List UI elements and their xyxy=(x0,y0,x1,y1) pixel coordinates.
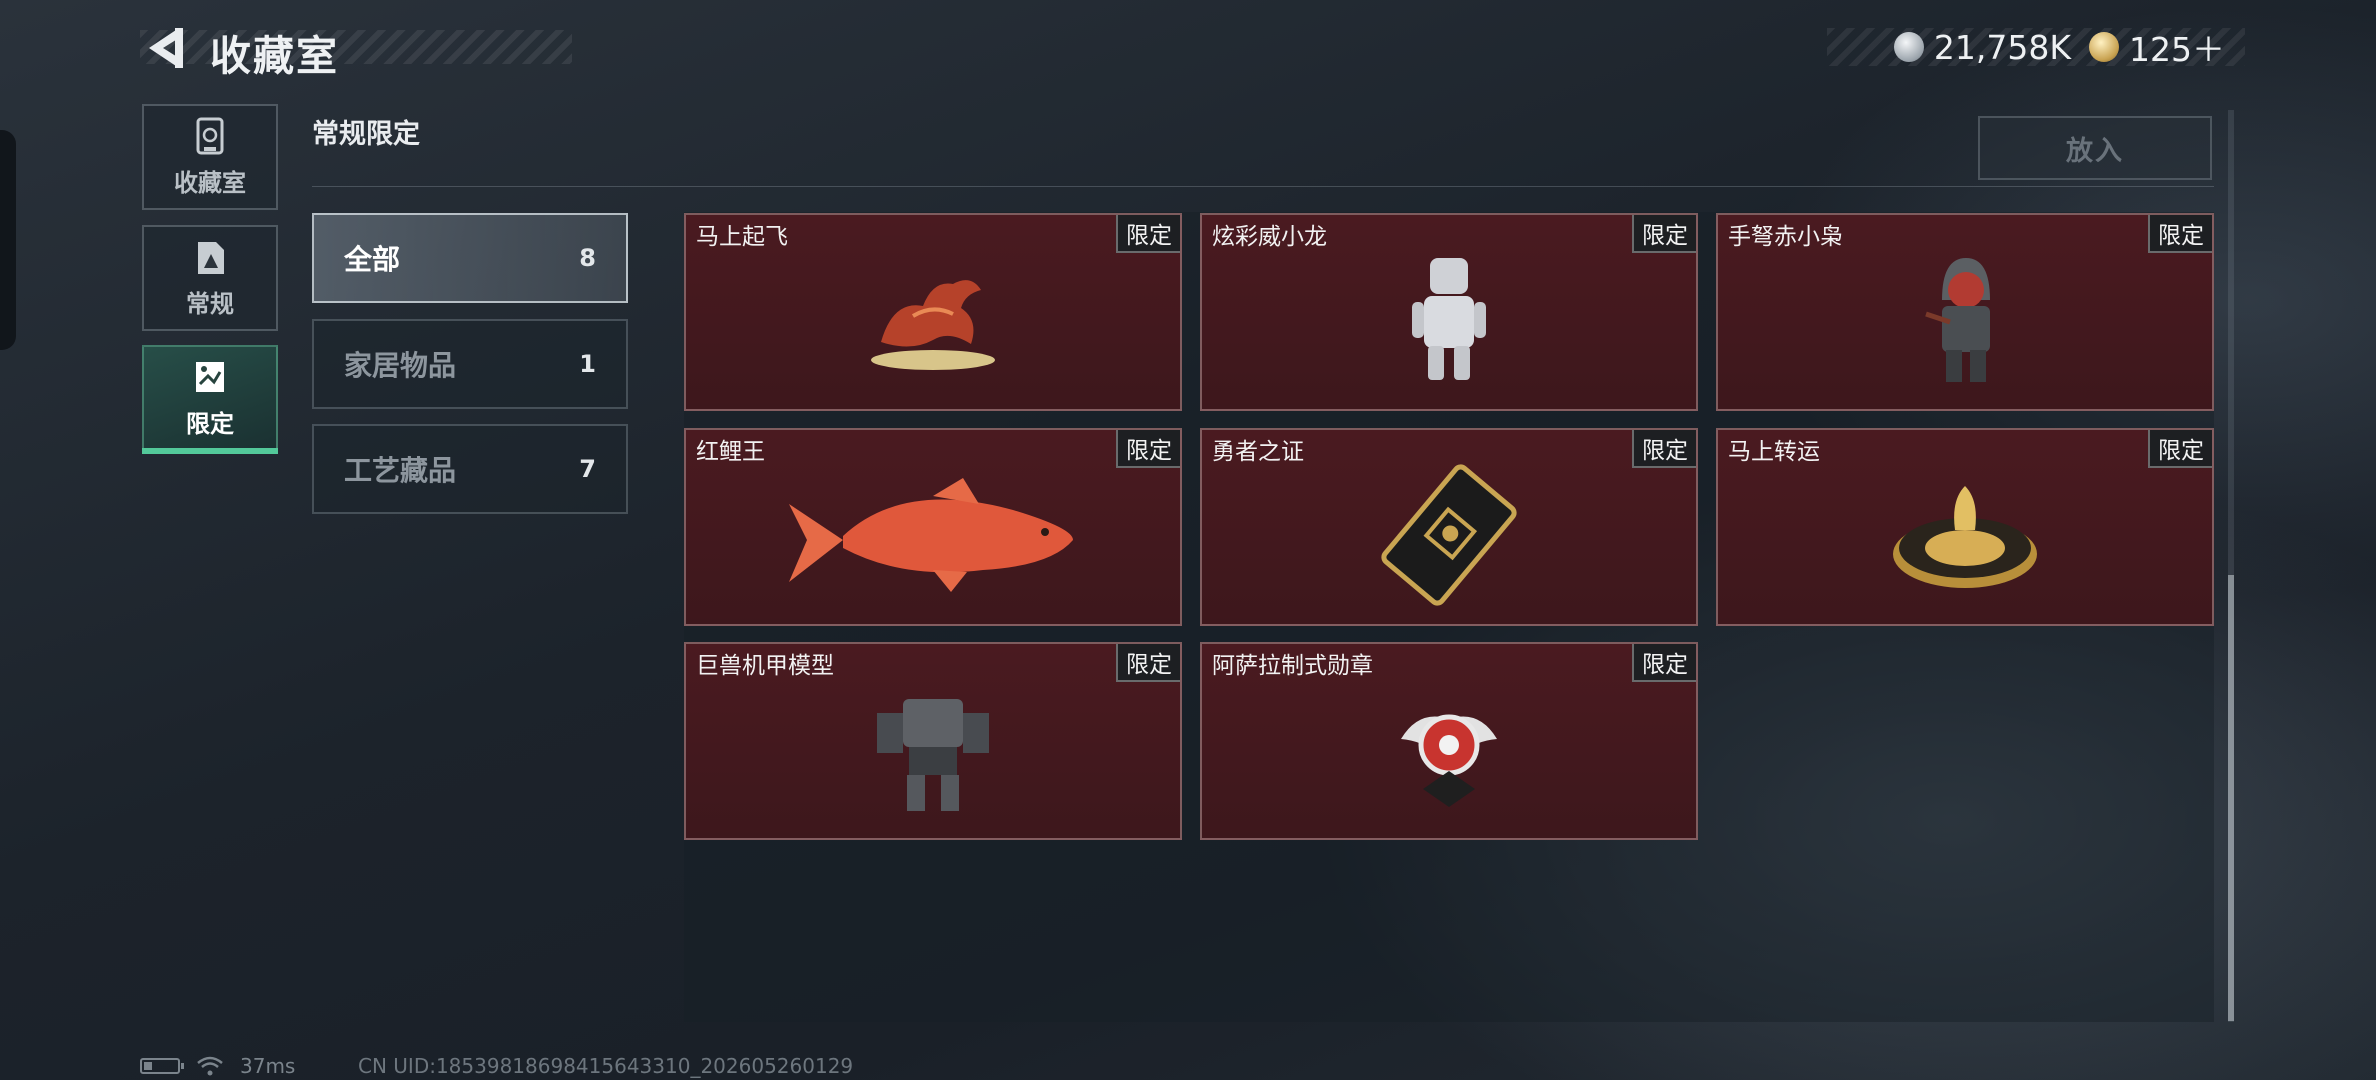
status-bar: 37ms xyxy=(140,1054,295,1078)
limited-picture-icon xyxy=(196,361,224,392)
item-name: 红鲤王 xyxy=(696,438,765,464)
battery-icon xyxy=(140,1058,184,1074)
collection-card[interactable]: 炫彩威小龙 限定 xyxy=(1200,213,1698,411)
filter-count: 8 xyxy=(579,244,596,272)
back-arrow-icon xyxy=(149,28,183,68)
filter-home-items[interactable]: 家居物品 1 xyxy=(312,319,628,409)
toy-figure-icon xyxy=(1412,257,1486,380)
section-title: 常规限定 xyxy=(312,119,420,150)
sidebar-item-limited[interactable]: 限定 xyxy=(142,345,278,451)
wifi-icon xyxy=(197,1056,223,1076)
item-name: 手弩赤小枭 xyxy=(1728,223,1843,249)
collection-card[interactable]: 红鲤王 限定 xyxy=(684,428,1182,626)
filter-label: 工艺藏品 xyxy=(344,454,457,487)
hooded-figure-icon xyxy=(1925,257,1990,382)
sidebar-item-label: 限定 xyxy=(186,409,234,438)
item-name: 炫彩威小龙 xyxy=(1212,223,1327,249)
currency-bar: 21,758K 125＋ xyxy=(1827,27,2245,69)
screen-notch xyxy=(0,130,16,350)
filter-craft-collectibles[interactable]: 工艺藏品 7 xyxy=(312,424,628,514)
filter-all[interactable]: 全部 8 xyxy=(312,213,628,303)
filter-count: 1 xyxy=(579,350,596,378)
header-decoration xyxy=(140,30,572,64)
active-indicator xyxy=(142,448,278,454)
document-icon xyxy=(198,241,224,274)
item-name: 阿萨拉制式勋章 xyxy=(1212,652,1373,678)
red-carp-icon xyxy=(789,477,1073,592)
collection-card[interactable]: 马上转运 限定 xyxy=(1716,428,2214,626)
collection-card[interactable]: 阿萨拉制式勋章 限定 xyxy=(1200,642,1698,840)
horse-statue-icon xyxy=(871,279,995,370)
item-name: 巨兽机甲模型 xyxy=(696,652,834,678)
item-name: 勇者之证 xyxy=(1212,438,1304,464)
item-name: 马上转运 xyxy=(1728,438,1820,464)
scrollbar-thumb[interactable] xyxy=(2228,575,2234,1021)
ping-text: 37ms xyxy=(240,1054,296,1078)
limited-tag: 限定 xyxy=(1116,644,1180,682)
collection-card[interactable]: 勇者之证 限定 xyxy=(1200,428,1698,626)
gold-coin-icon xyxy=(2089,32,2119,62)
collection-card[interactable]: 马上起飞 限定 xyxy=(684,213,1182,411)
limited-tag: 限定 xyxy=(1116,215,1180,253)
limited-tag: 限定 xyxy=(2148,215,2212,253)
card-emblem-icon xyxy=(1381,464,1517,606)
medal-icon xyxy=(1401,714,1497,807)
silver-amount: 21,758K xyxy=(1933,27,2071,67)
sidebar-item-regular[interactable]: 常规 xyxy=(142,225,278,331)
limited-tag: 限定 xyxy=(1632,644,1696,682)
gold-amount: 125＋ xyxy=(2129,30,2225,69)
divider xyxy=(312,186,2214,187)
limited-tag: 限定 xyxy=(1632,430,1696,468)
filter-label: 全部 xyxy=(344,243,401,276)
gold-currency[interactable]: 125＋ xyxy=(2089,23,2225,71)
sidebar-item-label: 收藏室 xyxy=(174,168,246,197)
mech-model-icon xyxy=(877,698,989,811)
silver-coin-icon xyxy=(1893,32,1924,62)
limited-tag: 限定 xyxy=(1116,430,1180,468)
golden-wheel-icon xyxy=(1893,485,2037,588)
trophy-case-icon xyxy=(196,117,224,154)
collection-card[interactable]: 巨兽机甲模型 限定 xyxy=(684,642,1182,840)
filter-label: 家居物品 xyxy=(344,349,457,382)
collection-card[interactable]: 手弩赤小枭 限定 xyxy=(1716,213,2214,411)
limited-tag: 限定 xyxy=(1632,215,1696,253)
filter-count: 7 xyxy=(579,455,596,483)
sidebar-item-label: 常规 xyxy=(186,289,234,318)
limited-tag: 限定 xyxy=(2148,430,2212,468)
place-button[interactable]: 放入 xyxy=(1978,116,2212,180)
uid-text: CN UID:18539818698415643310_202605260129 xyxy=(358,1054,854,1078)
silver-currency[interactable]: 21,758K xyxy=(1893,27,2071,67)
page-title: 收藏室 xyxy=(210,32,339,80)
sidebar-item-collection[interactable]: 收藏室 xyxy=(142,104,278,210)
item-name: 马上起飞 xyxy=(696,223,788,249)
back-button[interactable] xyxy=(140,22,190,74)
